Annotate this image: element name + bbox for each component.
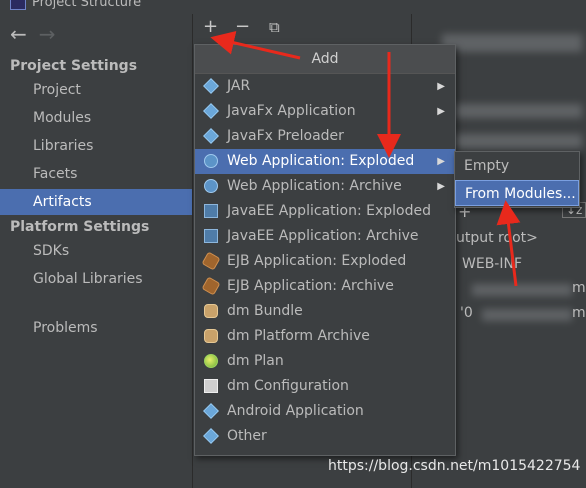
- bundle-icon: [204, 329, 218, 343]
- menu-item-label: dm Bundle: [227, 303, 303, 319]
- menu-item-label: Android Application: [227, 403, 364, 419]
- web-application-submenu: Empty From Modules...: [454, 151, 580, 208]
- submenu-arrow-icon: ▶: [437, 81, 445, 92]
- sidebar-item-modules[interactable]: Modules: [0, 105, 192, 131]
- javaee-icon: [204, 229, 218, 243]
- module-label-c: m: [572, 305, 586, 321]
- window-title: Project Structure: [32, 0, 142, 10]
- submenu-arrow-icon: ▶: [437, 156, 445, 167]
- sidebar-item-sdks[interactable]: SDKs: [0, 238, 192, 264]
- menu-header: Add: [195, 45, 455, 74]
- app-icon: [10, 0, 26, 10]
- sidebar-item-global-libraries[interactable]: Global Libraries: [0, 266, 192, 292]
- menu-item-label: EJB Application: Exploded: [227, 253, 407, 269]
- menu-item-label: JAR: [227, 78, 251, 94]
- menu-item-web-application-exploded[interactable]: Web Application: Exploded ▶: [195, 149, 455, 174]
- menu-item-label: Other: [227, 428, 267, 444]
- web-inf-label: WEB-INF: [462, 256, 522, 272]
- diamond-icon: [203, 403, 219, 419]
- menu-item-jar[interactable]: JAR ▶: [195, 74, 455, 99]
- menu-item-ejb-application-archive[interactable]: EJB Application: Archive: [195, 274, 455, 299]
- menu-item-javaee-application-archive[interactable]: JavaEE Application: Archive: [195, 224, 455, 249]
- blurred-region: [442, 34, 582, 52]
- menu-item-label: JavaFx Preloader: [227, 128, 344, 144]
- plan-icon: [204, 354, 218, 368]
- artifact-toolbar: + − ⧉: [193, 14, 411, 42]
- module-label-b: '0: [460, 305, 473, 321]
- diamond-icon: [203, 78, 219, 94]
- blurred-region: [452, 104, 582, 118]
- menu-item-ejb-application-exploded[interactable]: EJB Application: Exploded: [195, 249, 455, 274]
- menu-item-dm-configuration[interactable]: dm Configuration: [195, 374, 455, 399]
- platform-settings-heading: Platform Settings: [10, 219, 150, 235]
- sidebar-item-libraries[interactable]: Libraries: [0, 133, 192, 159]
- menu-item-javaee-application-exploded[interactable]: JavaEE Application: Exploded: [195, 199, 455, 224]
- module-label-a: m: [572, 280, 586, 296]
- menu-item-web-application-archive[interactable]: Web Application: Archive ▶: [195, 174, 455, 199]
- diamond-icon: [203, 128, 219, 144]
- blurred-region: [452, 134, 582, 148]
- menu-item-label: JavaEE Application: Exploded: [227, 203, 431, 219]
- menu-item-javafx-application[interactable]: JavaFx Application ▶: [195, 99, 455, 124]
- document-icon: [204, 379, 218, 393]
- submenu-arrow-icon: ▶: [437, 181, 445, 192]
- menu-item-android-application[interactable]: Android Application: [195, 399, 455, 424]
- submenu-arrow-icon: ▶: [437, 106, 445, 117]
- sidebar: ← → Project Settings Project Modules Libr…: [0, 14, 192, 488]
- menu-item-dm-platform-archive[interactable]: dm Platform Archive: [195, 324, 455, 349]
- project-settings-heading: Project Settings: [10, 58, 138, 74]
- submenu-item-from-modules[interactable]: From Modules...: [455, 180, 579, 206]
- menu-item-javafx-preloader[interactable]: JavaFx Preloader: [195, 124, 455, 149]
- menu-item-other[interactable]: Other: [195, 424, 455, 449]
- sidebar-item-problems[interactable]: Problems: [0, 315, 192, 341]
- menu-item-label: dm Configuration: [227, 378, 349, 394]
- watermark: https://blog.csdn.net/m1015422754: [328, 458, 581, 474]
- menu-item-label: Web Application: Archive: [227, 178, 402, 194]
- diamond-icon: [203, 428, 219, 444]
- globe-icon: [204, 154, 218, 168]
- menu-item-label: JavaEE Application: Archive: [227, 228, 419, 244]
- back-arrow-icon[interactable]: ←: [10, 22, 27, 46]
- remove-icon[interactable]: −: [235, 16, 250, 37]
- menu-item-label: dm Plan: [227, 353, 284, 369]
- menu-item-label: JavaFx Application: [227, 103, 356, 119]
- submenu-item-empty[interactable]: Empty: [455, 153, 579, 179]
- ejb-icon: [201, 251, 221, 271]
- output-root-label: utput root>: [456, 230, 538, 246]
- diamond-icon: [203, 103, 219, 119]
- menu-item-dm-plan[interactable]: dm Plan: [195, 349, 455, 374]
- nav-buttons: ← →: [10, 22, 68, 46]
- javaee-icon: [204, 204, 218, 218]
- menu-item-label: dm Platform Archive: [227, 328, 370, 344]
- blurred-region: [472, 284, 572, 296]
- menu-item-label: Web Application: Exploded: [227, 153, 415, 169]
- menu-item-label: EJB Application: Archive: [227, 278, 394, 294]
- copy-icon[interactable]: ⧉: [269, 18, 280, 36]
- blurred-region: [482, 309, 572, 321]
- sidebar-item-artifacts[interactable]: Artifacts: [0, 189, 192, 215]
- forward-arrow-icon[interactable]: →: [39, 22, 56, 46]
- ejb-icon: [201, 276, 221, 296]
- bundle-icon: [204, 304, 218, 318]
- sidebar-item-facets[interactable]: Facets: [0, 161, 192, 187]
- globe-icon: [204, 179, 218, 193]
- sidebar-item-project[interactable]: Project: [0, 77, 192, 103]
- menu-item-dm-bundle[interactable]: dm Bundle: [195, 299, 455, 324]
- title-bar: Project Structure: [0, 0, 586, 14]
- add-icon[interactable]: +: [203, 16, 218, 37]
- add-artifact-menu: Add JAR ▶ JavaFx Application ▶ JavaFx Prel…: [194, 44, 456, 456]
